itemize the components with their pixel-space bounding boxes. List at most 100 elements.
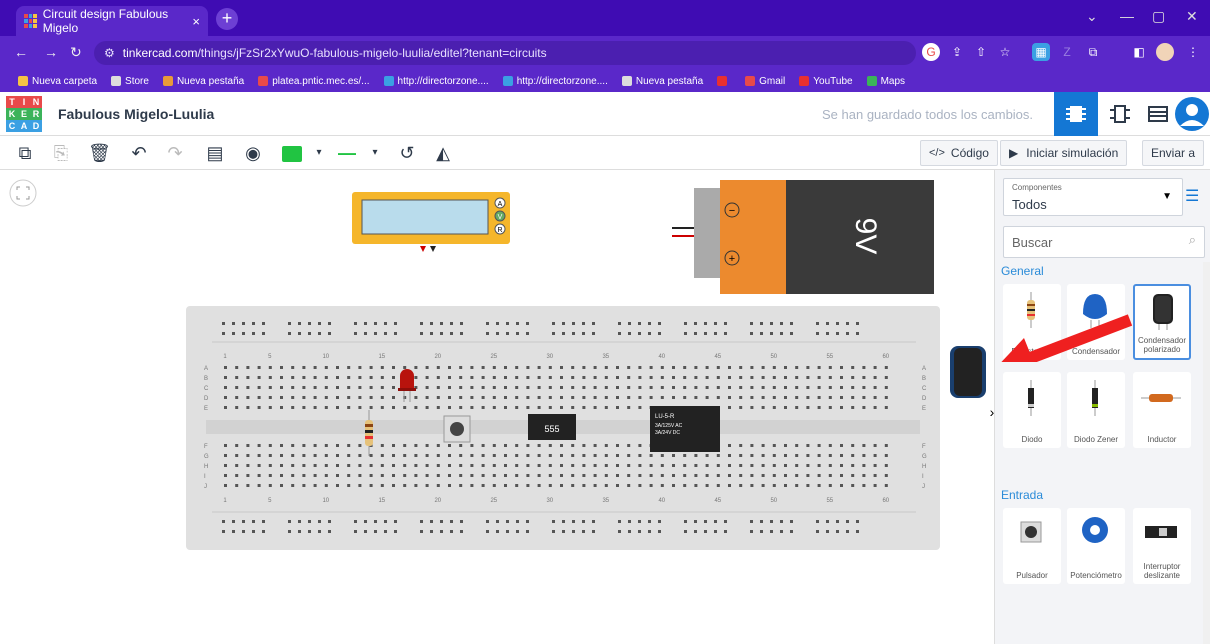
bookmark-item[interactable]: http://directorzone....: [383, 76, 489, 87]
bookmark-item[interactable]: platea.pntic.mec.es/...: [258, 76, 370, 87]
bookmark-item[interactable]: YouTube: [799, 76, 853, 87]
site-info-icon[interactable]: ⚙: [104, 46, 115, 60]
bookmark-item[interactable]: Nueva carpeta: [18, 76, 97, 87]
row-letter: G: [922, 454, 927, 460]
dragged-capacitor[interactable]: [946, 342, 992, 402]
code-button[interactable]: </> Código: [920, 140, 998, 166]
paste-icon[interactable]: ⎘: [50, 142, 72, 164]
schematic-icon: [1110, 105, 1130, 123]
components-filter-select[interactable]: Componentes Todos ▼: [1003, 178, 1183, 216]
z-extension-icon[interactable]: Z: [1058, 43, 1076, 61]
wire-color-swatch[interactable]: [282, 146, 302, 162]
led-red[interactable]: [398, 368, 416, 404]
play-icon: ▶: [1009, 146, 1019, 160]
notes-visibility-icon[interactable]: ◉: [242, 142, 264, 164]
row-letter: H: [922, 464, 926, 470]
filter-value: Todos: [1012, 197, 1047, 212]
row-letter: E: [922, 406, 926, 412]
column-number: 5: [268, 498, 272, 504]
profile-avatar-icon[interactable]: [1156, 43, 1174, 61]
bookmark-star-icon[interactable]: ☆: [996, 43, 1014, 61]
google-icon[interactable]: G: [922, 43, 940, 61]
component-card[interactable]: Diodo: [1003, 372, 1061, 448]
component-card[interactable]: Inductor: [1133, 372, 1191, 448]
fit-view-icon[interactable]: [8, 178, 38, 208]
bookmark-label: Nueva pestaña: [176, 75, 245, 87]
component-search-input[interactable]: Buscar ⌕: [1003, 226, 1205, 258]
row-letter: A: [922, 366, 926, 372]
bookmark-label: Store: [125, 75, 149, 87]
bookmark-icon: [162, 76, 173, 86]
bookmark-item[interactable]: Nueva pestaña: [621, 76, 703, 87]
wire-type-dropdown-icon[interactable]: ▾: [364, 142, 386, 164]
tinkercad-logo[interactable]: TINKERCAD: [6, 96, 42, 132]
column-number: 25: [490, 354, 497, 360]
rotate-icon[interactable]: ↺: [396, 142, 418, 164]
url-input[interactable]: ⚙ tinkercad.com /things/jFzSr2xYwuO-fabu…: [94, 41, 916, 65]
tab-search-icon[interactable]: ⌄: [1086, 8, 1098, 25]
relay-label: LU-5-R: [655, 414, 675, 420]
copy-icon[interactable]: ⧉: [14, 142, 36, 164]
sidepanel-icon[interactable]: ◧: [1130, 43, 1148, 61]
puzzle-icon[interactable]: ⧉: [1084, 43, 1102, 61]
bookmark-item[interactable]: http://directorzone....: [502, 76, 608, 87]
close-tab-icon[interactable]: ×: [192, 14, 200, 29]
bookmark-icon: [18, 76, 28, 86]
back-icon[interactable]: ←: [14, 44, 28, 60]
app-header: TINKERCAD Fabulous Migelo-Luulia Se han …: [0, 92, 1210, 136]
bookmark-item[interactable]: Maps: [866, 76, 905, 87]
maximize-icon[interactable]: ▢: [1152, 8, 1165, 25]
component-card[interactable]: Interruptor deslizante: [1133, 508, 1191, 584]
resistor-component[interactable]: [362, 410, 376, 456]
install-icon[interactable]: ⇪: [948, 43, 966, 61]
bookmark-item[interactable]: Store: [111, 76, 149, 87]
menu-kebab-icon[interactable]: ⋮: [1184, 43, 1202, 61]
search-icon: ⌕: [1188, 232, 1196, 247]
extension-icon[interactable]: ▦: [1032, 43, 1050, 61]
column-number: 5: [268, 354, 272, 360]
share-icon[interactable]: ⇧: [972, 43, 990, 61]
logo-letter: T: [6, 96, 18, 108]
battery-9v[interactable]: − + 9V: [672, 178, 942, 298]
start-simulation-button[interactable]: ▶ Iniciar simulación: [1000, 140, 1128, 166]
user-avatar[interactable]: [1170, 92, 1210, 136]
component-card[interactable]: Pulsador: [1003, 508, 1061, 584]
multimeter[interactable]: A V R: [350, 190, 510, 270]
redo-icon[interactable]: ↷: [164, 142, 186, 164]
component-label: Diodo Zener: [1073, 435, 1119, 444]
minimize-icon[interactable]: —: [1120, 8, 1134, 24]
close-window-icon[interactable]: ✕: [1186, 8, 1198, 25]
timer-555-chip[interactable]: 555: [528, 410, 576, 444]
delete-icon[interactable]: 🗑: [88, 142, 111, 164]
circuit-view-button[interactable]: [1054, 92, 1098, 136]
flip-icon[interactable]: ◭: [432, 142, 454, 164]
new-tab-button[interactable]: +: [216, 8, 238, 30]
component-label: Pulsador: [1016, 571, 1048, 580]
forward-icon[interactable]: →: [44, 44, 58, 60]
project-title[interactable]: Fabulous Migelo-Luulia: [58, 106, 214, 122]
row-letter: I: [204, 474, 206, 480]
relay-component[interactable]: LU-5-R 3A/125V AC 3A/24V DC: [650, 406, 720, 454]
component-card[interactable]: Diodo Zener: [1067, 372, 1125, 448]
browser-tab[interactable]: Circuit design Fabulous Migelo ×: [16, 6, 208, 36]
list-mode-icon[interactable]: ☰: [1185, 186, 1199, 206]
reload-icon[interactable]: ↻: [70, 44, 82, 61]
bookmark-icon: [258, 76, 269, 86]
row-letter: J: [204, 484, 207, 490]
tab-title: Circuit design Fabulous Migelo: [42, 7, 169, 35]
component-icon: [1028, 380, 1034, 416]
circuit-canvas[interactable]: A V R − + 9V 1 1 5 5 10 10 15 15 20 20 25 25 30 30 35 3…: [0, 170, 1133, 644]
bookmark-item[interactable]: Nueva pestaña: [162, 75, 245, 87]
section-general: General: [1001, 264, 1044, 278]
wire-type-icon[interactable]: —: [336, 142, 358, 164]
component-card[interactable]: Potenciómetro: [1067, 508, 1125, 584]
bookmark-item[interactable]: Gmail: [745, 76, 785, 87]
undo-icon[interactable]: ↶: [128, 142, 150, 164]
color-dropdown-icon[interactable]: ▾: [308, 142, 330, 164]
pushbutton-component[interactable]: [442, 414, 472, 444]
panel-scrollbar[interactable]: [1203, 262, 1210, 644]
send-to-button[interactable]: Enviar a: [1142, 140, 1205, 166]
column-number: 35: [602, 354, 609, 360]
notes-icon[interactable]: ▤: [204, 142, 226, 164]
bookmark-item[interactable]: [717, 76, 731, 86]
